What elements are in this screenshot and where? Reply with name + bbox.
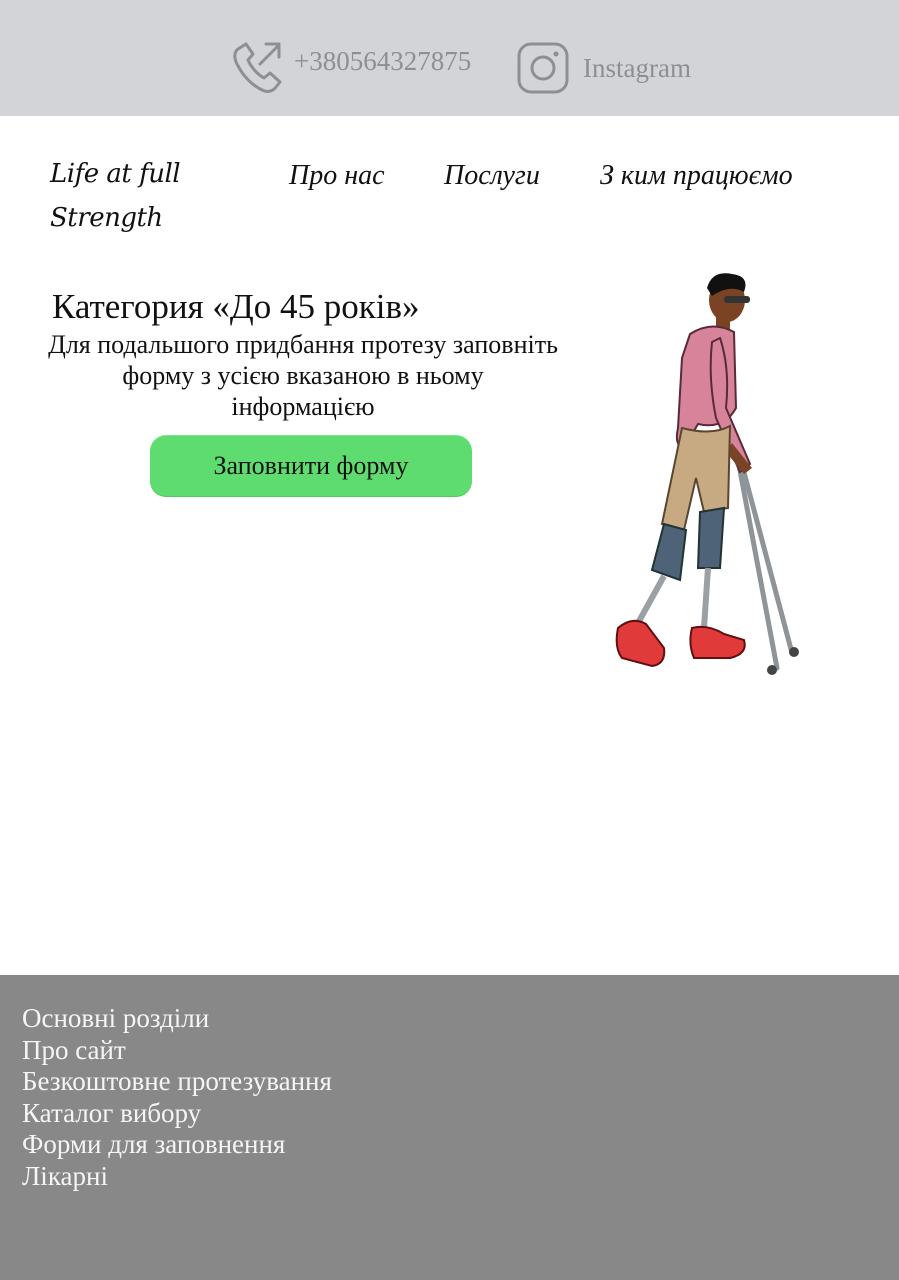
footer-link-forms[interactable]: Форми для заповнення <box>22 1129 332 1161</box>
footer-link-free-prosthetics[interactable]: Безкоштовне протезування <box>22 1066 332 1098</box>
phone-outgoing-icon <box>233 42 282 93</box>
fill-form-button[interactable]: Заповнити форму <box>150 436 472 496</box>
nav-item-services[interactable]: Послуги <box>444 160 540 192</box>
nav-item-partners[interactable]: З ким працюємо <box>600 160 793 192</box>
phone-number[interactable]: +380564327875 <box>294 46 471 77</box>
footer-links: Основні розділи Про сайт Безкоштовне про… <box>22 1003 332 1192</box>
instagram-icon <box>517 42 569 94</box>
page-title: Категория «До 45 років» <box>52 287 420 326</box>
phone-contact[interactable]: +380564327875 <box>232 40 471 94</box>
hero-description: Для подальшого придбання протезу заповні… <box>48 330 558 421</box>
top-contact-bar: +380564327875 Instagram <box>0 0 899 116</box>
site-logo[interactable]: Life at full Strength <box>50 152 181 240</box>
logo-line-2: Strength <box>50 203 163 233</box>
instagram-contact[interactable]: Instagram <box>517 42 691 94</box>
logo-line-1: Life at full <box>50 159 181 189</box>
instagram-label[interactable]: Instagram <box>583 53 691 84</box>
man-with-prostheses-illustration <box>615 273 799 675</box>
footer-link-main-sections[interactable]: Основні розділи <box>22 1003 332 1035</box>
footer-link-catalog[interactable]: Каталог вибору <box>22 1098 332 1130</box>
footer-link-about-site[interactable]: Про сайт <box>22 1035 332 1067</box>
footer-link-hospitals[interactable]: Лікарні <box>22 1161 332 1193</box>
nav-item-about[interactable]: Про нас <box>289 160 385 192</box>
